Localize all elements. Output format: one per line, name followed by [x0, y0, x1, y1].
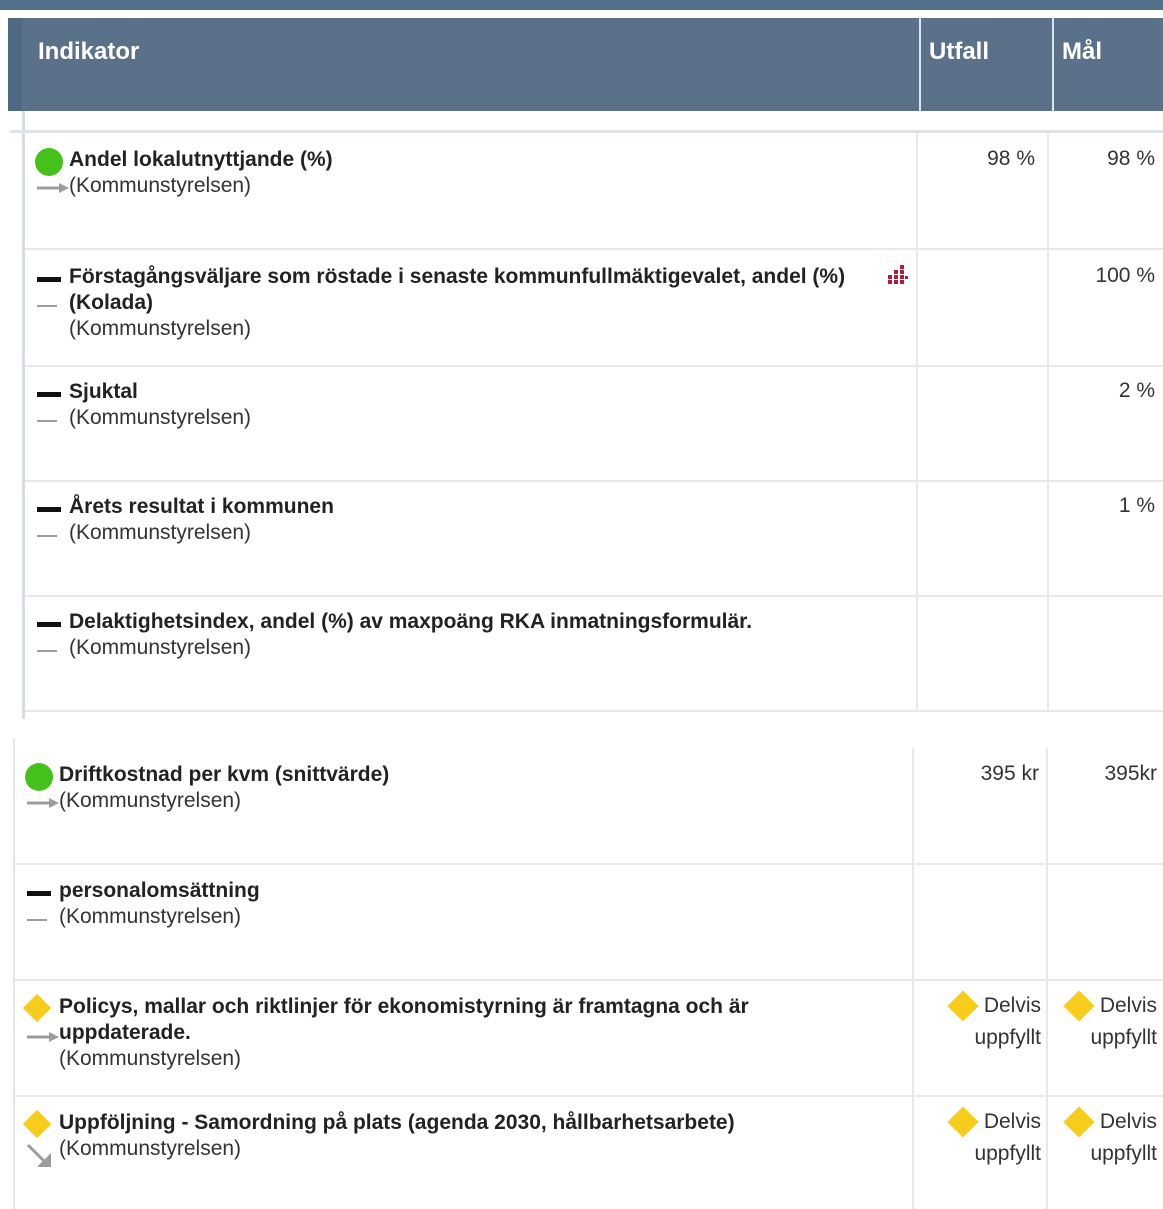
outcome-value: 395 kr [980, 762, 1039, 785]
table-row[interactable]: Driftkostnad per kvm (snittvärde) (Kommu… [15, 748, 1163, 865]
status-dash-icon [37, 622, 61, 627]
table-row[interactable]: Delaktighetsindex, andel (%) av maxpoäng… [25, 595, 1163, 712]
trend-none-icon [37, 535, 57, 537]
indicator-title[interactable]: Uppföljning - Samordning på plats (agend… [59, 1110, 859, 1136]
status-yellow-diamond-icon [1063, 990, 1095, 1023]
indicator-unit: (Kommunstyrelsen) [69, 317, 252, 340]
target-value: 98 % [1107, 147, 1155, 170]
trend-arrow-right-icon [27, 798, 59, 808]
table-header: Indikator Utfall Mål [22, 18, 1163, 111]
indicator-table-top: Indikator Utfall Mål Andel lokalutnyttja… [0, 0, 1163, 719]
status-yellow-diamond-icon [947, 1106, 979, 1139]
indicator-title-source: (Kolada) [69, 291, 153, 314]
indicator-unit: (Kommunstyrelsen) [59, 1047, 242, 1070]
indicator-title[interactable]: Delaktighetsindex, andel (%) av maxpoäng… [69, 609, 869, 635]
status-green-dot-icon [35, 148, 63, 176]
bar-chart-icon[interactable] [887, 262, 909, 286]
trend-none-icon [27, 919, 47, 921]
trend-none-icon [37, 420, 57, 422]
target-status: Delvis uppfyllt [1055, 990, 1157, 1054]
table-row[interactable]: Förstagångsväljare som röstade i senaste… [25, 250, 1163, 367]
indicator-table-bottom: Driftkostnad per kvm (snittvärde) (Kommu… [0, 738, 1163, 1209]
outcome-status: Delvis uppfyllt [921, 990, 1041, 1054]
indicator-unit: (Kommunstyrelsen) [69, 406, 252, 429]
table-row[interactable]: Årets resultat i kommunen (Kommunstyrels… [25, 480, 1163, 597]
table-row[interactable]: Andel lokalutnyttjande (%) (Kommunstyrel… [25, 133, 1163, 250]
column-header-outcome[interactable]: Utfall [919, 18, 1052, 111]
indicator-title[interactable]: Policys, mallar och riktlinjer för ekono… [59, 994, 859, 1020]
indicator-unit: (Kommunstyrelsen) [69, 636, 252, 659]
trend-none-icon [37, 650, 57, 652]
indicator-title[interactable]: Sjuktal [69, 379, 869, 405]
target-value: 395kr [1104, 762, 1157, 785]
target-status: Delvis uppfyllt [1055, 1106, 1157, 1170]
trend-arrow-right-icon [27, 1032, 59, 1042]
indicator-unit: (Kommunstyrelsen) [69, 174, 252, 197]
column-header-indicator[interactable]: Indikator [22, 18, 919, 111]
status-yellow-diamond-icon [22, 1109, 52, 1139]
table-row[interactable]: Uppföljning - Samordning på plats (agend… [15, 1096, 1163, 1209]
target-value: 1 % [1118, 494, 1155, 517]
trend-arrow-down-right-icon [26, 1143, 51, 1167]
status-dash-icon [37, 277, 61, 282]
column-header-target[interactable]: Mål [1052, 18, 1163, 111]
indicator-unit: (Kommunstyrelsen) [59, 905, 242, 928]
table-row[interactable]: personalomsättning (Kommunstyrelsen) [15, 864, 1163, 981]
indicator-title[interactable]: Årets resultat i kommunen [69, 494, 869, 520]
status-yellow-diamond-icon [1063, 1106, 1095, 1139]
table-row[interactable]: Policys, mallar och riktlinjer för ekono… [15, 980, 1163, 1097]
indicator-unit: (Kommunstyrelsen) [69, 521, 252, 544]
table-row[interactable]: Sjuktal (Kommunstyrelsen) 2 % [25, 365, 1163, 482]
indicator-title[interactable]: Driftkostnad per kvm (snittvärde) [59, 762, 859, 788]
indicator-title[interactable]: Andel lokalutnyttjande (%) [69, 147, 869, 173]
indicator-title[interactable]: Förstagångsväljare som röstade i senaste… [69, 264, 869, 290]
status-yellow-diamond-icon [22, 993, 52, 1023]
indicator-title-cont: uppdaterade. [59, 1021, 191, 1044]
top-strip [0, 0, 1163, 10]
trend-arrow-right-icon [37, 183, 69, 193]
status-dash-icon [27, 891, 51, 896]
indicator-unit: (Kommunstyrelsen) [59, 789, 242, 812]
target-value: 2 % [1118, 379, 1155, 402]
status-dash-icon [37, 507, 61, 512]
indicator-title[interactable]: personalomsättning [59, 878, 859, 904]
status-yellow-diamond-icon [947, 990, 979, 1023]
trend-none-icon [37, 305, 57, 307]
outcome-value: 98 % [987, 147, 1035, 170]
status-green-dot-icon [25, 763, 53, 791]
outcome-status: Delvis uppfyllt [921, 1106, 1041, 1170]
indicator-unit: (Kommunstyrelsen) [59, 1137, 242, 1160]
target-value: 100 % [1095, 264, 1155, 287]
table-left-border [8, 18, 22, 111]
status-dash-icon [37, 392, 61, 397]
